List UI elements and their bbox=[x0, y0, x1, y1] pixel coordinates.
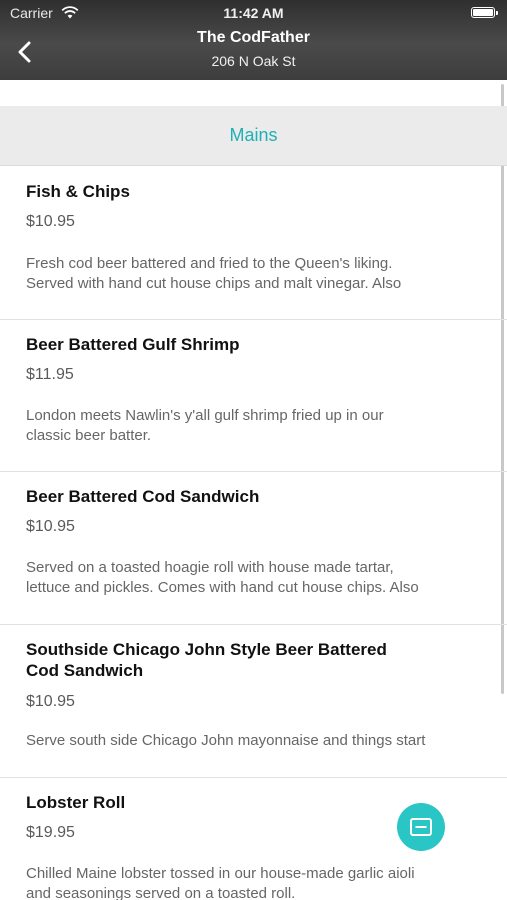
item-name: Cod Sandwich bbox=[26, 661, 144, 680]
status-bar: Carrier 11:42 AM bbox=[0, 0, 507, 26]
item-name: Beer Battered Cod Sandwich bbox=[26, 487, 260, 506]
restaurant-address: 206 N Oak St bbox=[211, 53, 296, 69]
item-price: $10.95 bbox=[26, 693, 75, 710]
item-description: Served with hand cut house chips and mal… bbox=[26, 275, 402, 292]
item-price: $11.95 bbox=[26, 366, 74, 383]
item-description: Chilled Maine lobster tossed in our hous… bbox=[26, 865, 415, 882]
item-name: Lobster Roll bbox=[26, 793, 126, 812]
menu-item-cod-sandwich[interactable]: Beer Battered Cod Sandwich $10.95 Served… bbox=[0, 472, 507, 625]
restaurant-name: The CodFather bbox=[197, 29, 310, 46]
item-name: Fish & Chips bbox=[26, 182, 130, 201]
menu-item-southside-sandwich[interactable]: Southside Chicago John Style Beer Batter… bbox=[0, 625, 507, 778]
item-price: $10.95 bbox=[26, 518, 75, 535]
menu-list[interactable]: Mains Fish & Chips $10.95 Fresh cod beer… bbox=[0, 80, 507, 900]
item-name: Southside Chicago John Style Beer Batter… bbox=[26, 640, 387, 659]
menu-item-gulf-shrimp[interactable]: Beer Battered Gulf Shrimp $11.95 London … bbox=[0, 320, 507, 472]
chat-icon bbox=[410, 818, 432, 836]
item-price: $10.95 bbox=[26, 213, 75, 230]
item-description: London meets Nawlin's y'all gulf shrimp … bbox=[26, 407, 384, 424]
section-title: Mains bbox=[229, 125, 278, 145]
status-time: 11:42 AM bbox=[223, 5, 284, 21]
item-description: Served on a toasted hoagie roll with hou… bbox=[26, 559, 394, 576]
battery-icon bbox=[471, 7, 498, 18]
section-header: Mains bbox=[0, 106, 507, 166]
item-description: and seasonings served on a toasted roll. bbox=[26, 885, 296, 900]
item-description: classic beer batter. bbox=[26, 427, 152, 444]
item-description: Fresh cod beer battered and fried to the… bbox=[26, 255, 393, 272]
menu-item-fish-and-chips[interactable]: Fish & Chips $10.95 Fresh cod beer batte… bbox=[0, 167, 507, 320]
item-description: Serve south side Chicago John mayonnaise… bbox=[26, 732, 426, 749]
item-description: lettuce and pickles. Comes with hand cut… bbox=[26, 579, 419, 596]
navigation-header: Carrier 11:42 AM The CodFather 206 N Oak… bbox=[0, 0, 507, 80]
item-price: $19.95 bbox=[26, 824, 75, 841]
chat-button[interactable] bbox=[397, 803, 445, 851]
item-name: Beer Battered Gulf Shrimp bbox=[26, 335, 240, 354]
